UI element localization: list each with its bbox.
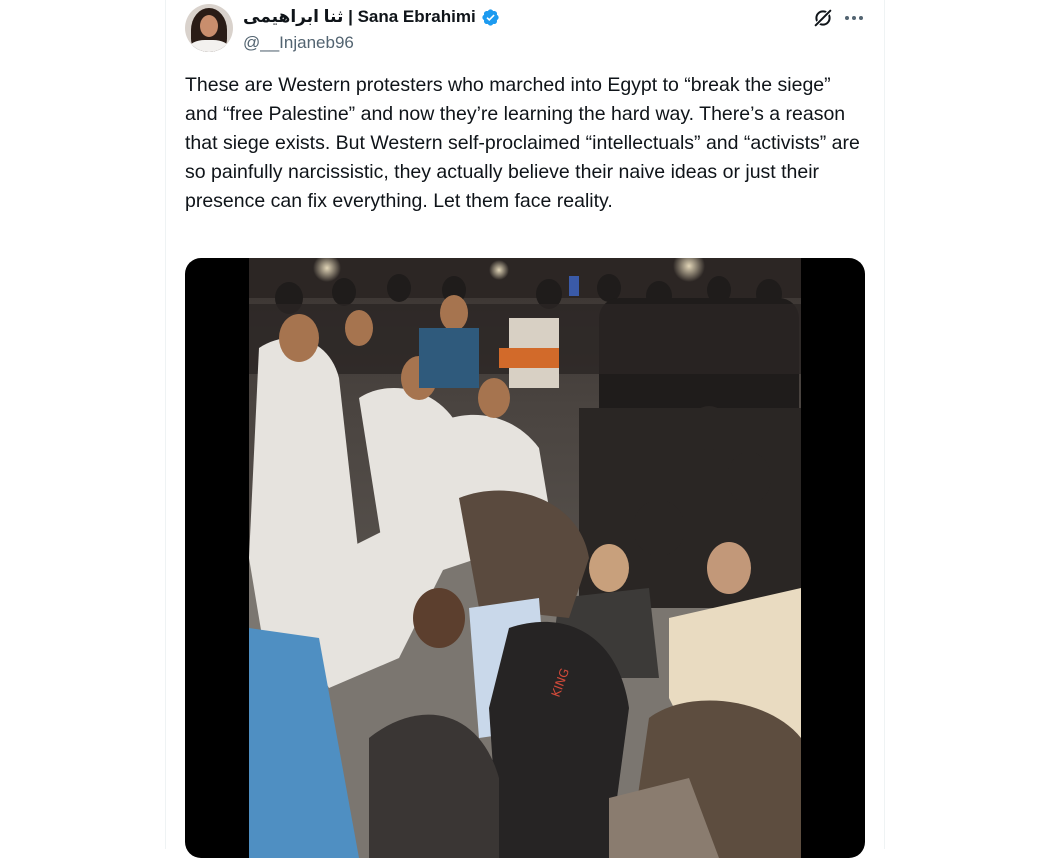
more-options-icon[interactable] (842, 7, 866, 29)
avatar[interactable] (185, 4, 233, 52)
author-handle[interactable]: @__Injaneb96 (243, 33, 354, 53)
video-player[interactable]: KING (185, 258, 865, 858)
timeline-border-right (884, 0, 885, 849)
video-frame[interactable]: KING (249, 258, 801, 858)
verified-badge-icon (482, 8, 499, 26)
tweet-text: These are Western protesters who marched… (185, 74, 860, 212)
display-name[interactable]: ثنا ابراهیمی | Sana Ebrahimi (243, 7, 476, 27)
grok-icon[interactable] (812, 7, 834, 29)
author-name-row[interactable]: ثنا ابراهیمی | Sana Ebrahimi (243, 6, 500, 28)
tweet-card[interactable]: ثنا ابراهیمی | Sana Ebrahimi @__Injaneb9… (166, 0, 884, 858)
